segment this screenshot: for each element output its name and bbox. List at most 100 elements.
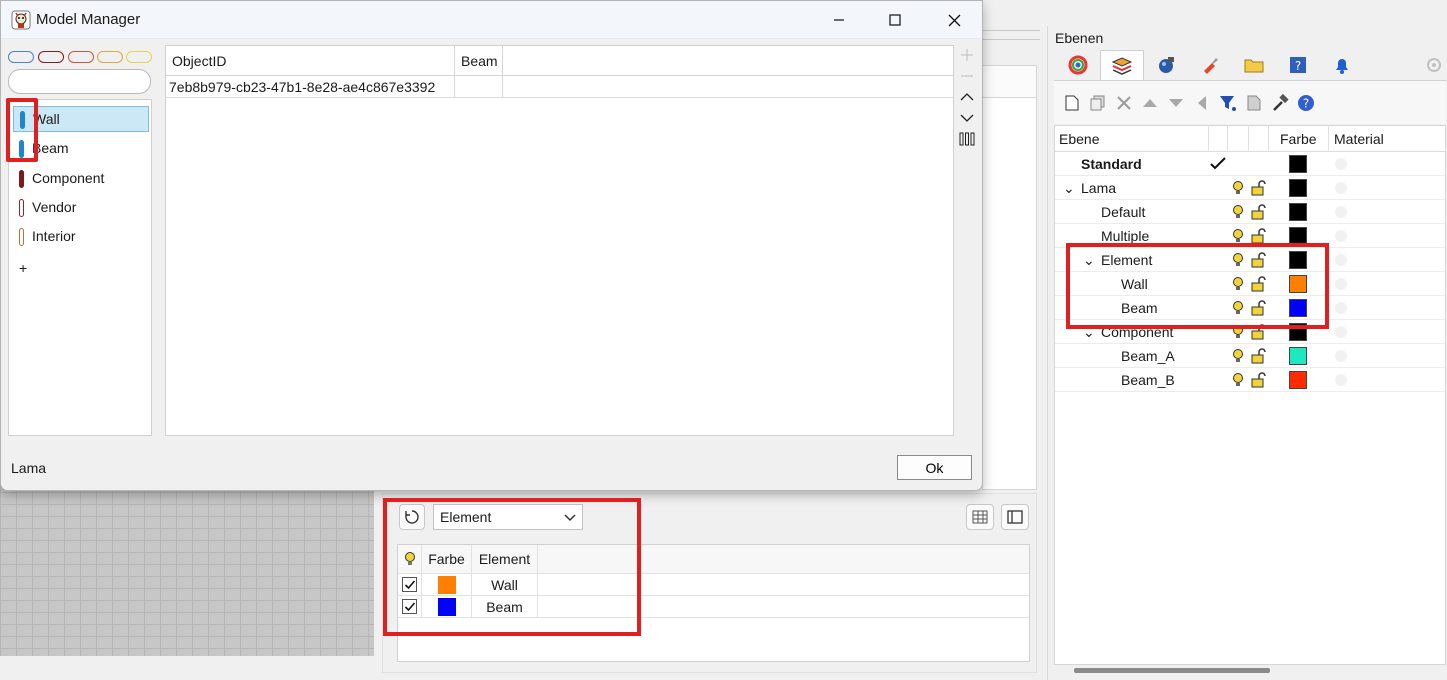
header-objectid[interactable]: ObjectID [166, 46, 455, 75]
layer-color-swatch[interactable] [1289, 347, 1307, 365]
title-bar[interactable]: Model Manager [1, 1, 982, 39]
list-item-label: Vendor [32, 199, 77, 215]
lightbulb-icon[interactable] [1229, 179, 1247, 197]
new-sublayer-button[interactable] [1088, 93, 1108, 113]
tools-button[interactable] [1270, 93, 1290, 113]
minimize-icon [834, 19, 844, 21]
help-circle-icon: ? [1298, 94, 1314, 111]
material-icon[interactable] [1335, 302, 1347, 314]
material-icon[interactable] [1335, 182, 1347, 194]
list-item-interior[interactable]: Interior [13, 224, 149, 250]
unlock-icon[interactable] [1249, 347, 1267, 365]
tab-display[interactable] [1188, 50, 1232, 80]
delete-layer-button[interactable] [1114, 93, 1134, 113]
material-icon[interactable] [1335, 158, 1347, 170]
material-icon[interactable] [1335, 254, 1347, 266]
filter-button[interactable] [1218, 93, 1238, 113]
layers-panel-tabs: ? [1056, 50, 1364, 80]
maximize-button[interactable] [867, 1, 923, 39]
background-document-panel [982, 65, 1037, 490]
header-beam[interactable]: Beam [455, 46, 503, 75]
category-color-bar [19, 228, 24, 246]
expander-chevron-icon[interactable]: ⌄ [1063, 176, 1075, 200]
unlock-icon[interactable] [1249, 179, 1267, 197]
layer-color-swatch[interactable] [1289, 203, 1307, 221]
material-icon[interactable] [1335, 278, 1347, 290]
close-icon [948, 14, 960, 26]
tab-notifications[interactable] [1320, 50, 1364, 80]
layer-color-swatch[interactable] [1289, 371, 1307, 389]
color-wheel-icon [1068, 55, 1088, 75]
ok-button[interactable]: Ok [897, 455, 972, 480]
color-filter-pill[interactable] [38, 51, 64, 63]
model-manager-window: Model Manager Wall Beam Component Vendor… [0, 0, 983, 491]
unlock-icon[interactable] [1249, 371, 1267, 389]
layers-panel: Ebenen ? ? Ebene Farbe Material Standard… [1047, 26, 1447, 680]
layer-row-default[interactable]: Default [1055, 200, 1445, 224]
layers-toolbar: ? [1054, 80, 1446, 124]
brush-icon [1204, 58, 1218, 74]
lightbulb-icon[interactable] [1229, 347, 1247, 365]
sidebar-icon [1007, 510, 1023, 524]
move-up-button[interactable] [956, 87, 978, 107]
tab-layers[interactable] [1100, 50, 1144, 80]
layer-name: Lama [1081, 180, 1117, 196]
layer-color-swatch[interactable] [1289, 179, 1307, 197]
layers-table: Ebene Farbe Material Standard ⌄ Lama Def… [1054, 125, 1446, 665]
lightbulb-icon[interactable] [1229, 203, 1247, 221]
material-icon[interactable] [1335, 206, 1347, 218]
material-icon[interactable] [1335, 374, 1347, 386]
color-filter-pill[interactable] [8, 51, 34, 63]
list-item-label: Component [32, 170, 105, 186]
search-input[interactable] [8, 69, 151, 94]
move-down-button[interactable] [1166, 93, 1186, 113]
layer-row-beam-a[interactable]: Beam_A [1055, 344, 1445, 368]
material-icon[interactable] [1335, 230, 1347, 242]
remove-row-button[interactable] [956, 66, 978, 86]
panel-toggle-button[interactable] [1001, 504, 1029, 530]
layer-row-beam-b[interactable]: Beam_B [1055, 368, 1445, 392]
close-button[interactable] [926, 1, 982, 39]
columns-button[interactable] [956, 129, 978, 149]
color-filter-pill[interactable] [126, 51, 152, 63]
header-material: Material [1334, 131, 1384, 147]
layer-row-standard[interactable]: Standard [1055, 152, 1445, 176]
color-filter-pill[interactable] [97, 51, 123, 63]
layer-color-swatch[interactable] [1289, 155, 1307, 173]
table-row[interactable]: 7eb8b979-cb23-47b1-8e28-ae4c867e3392 [166, 76, 953, 98]
minimize-button[interactable] [811, 1, 867, 39]
material-icon[interactable] [1335, 350, 1347, 362]
move-up-button[interactable] [1140, 93, 1160, 113]
gear-icon[interactable] [1425, 56, 1443, 77]
tab-properties[interactable] [1056, 50, 1100, 80]
color-filter-pill[interactable] [68, 51, 94, 63]
hammer-icon [1273, 93, 1289, 111]
material-icon[interactable] [1335, 326, 1347, 338]
document-icon [1247, 95, 1261, 110]
new-layer-button[interactable] [1062, 93, 1082, 113]
move-down-button[interactable] [956, 108, 978, 128]
tab-help[interactable]: ? [1276, 50, 1320, 80]
layer-properties-button[interactable] [1244, 93, 1264, 113]
columns-icon [959, 132, 975, 146]
list-item-vendor[interactable]: Vendor [13, 195, 149, 221]
layer-name: Default [1101, 204, 1146, 220]
3d-viewport-grid[interactable] [0, 480, 374, 656]
list-item-component[interactable]: Component [13, 166, 149, 192]
horizontal-scrollbar[interactable] [1074, 668, 1270, 673]
tab-files[interactable] [1232, 50, 1276, 80]
help-button[interactable]: ? [1296, 93, 1316, 113]
move-out-button[interactable] [1192, 93, 1212, 113]
triangle-down-icon [1169, 98, 1183, 107]
lightbulb-icon[interactable] [1229, 371, 1247, 389]
add-category-button[interactable]: + [19, 260, 27, 276]
svg-text:?: ? [1303, 96, 1309, 110]
layer-row-lama[interactable]: ⌄ Lama [1055, 176, 1445, 200]
object-id-cell[interactable]: 7eb8b979-cb23-47b1-8e28-ae4c867e3392 [166, 76, 455, 97]
grid-view-button[interactable] [966, 504, 994, 530]
beam-cell[interactable] [455, 76, 503, 97]
unlock-icon[interactable] [1249, 203, 1267, 221]
tab-render[interactable] [1144, 50, 1188, 80]
add-row-button[interactable] [956, 45, 978, 65]
plus-icon [961, 49, 973, 61]
